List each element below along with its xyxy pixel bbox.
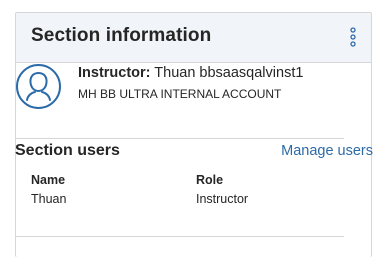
panel-title: Section information bbox=[31, 25, 212, 46]
user-avatar-icon bbox=[15, 63, 62, 110]
section-users-title: Section users bbox=[15, 142, 120, 159]
manage-users-link[interactable]: Manage users bbox=[281, 143, 373, 159]
instructor-label: Instructor: bbox=[78, 65, 151, 81]
kebab-menu-icon[interactable] bbox=[349, 27, 357, 47]
instructor-name: Instructor: Thuan bbsaasqalvinst1 bbox=[78, 65, 303, 81]
divider bbox=[15, 138, 344, 139]
divider-bottom bbox=[15, 236, 344, 237]
column-header-role: Role bbox=[196, 173, 224, 187]
instructor-row: Instructor: Thuan bbsaasqalvinst1 MH BB … bbox=[15, 62, 345, 116]
user-role-cell: Instructor bbox=[196, 192, 249, 206]
user-name-cell: Thuan bbox=[31, 192, 67, 206]
panel-header: Section information bbox=[16, 13, 371, 63]
instructor-name-value: Thuan bbsaasqalvinst1 bbox=[154, 65, 304, 81]
column-header-name: Name bbox=[31, 173, 66, 187]
instructor-account: MH BB ULTRA INTERNAL ACCOUNT bbox=[78, 87, 282, 101]
section-information-panel: Section information bbox=[15, 12, 372, 257]
